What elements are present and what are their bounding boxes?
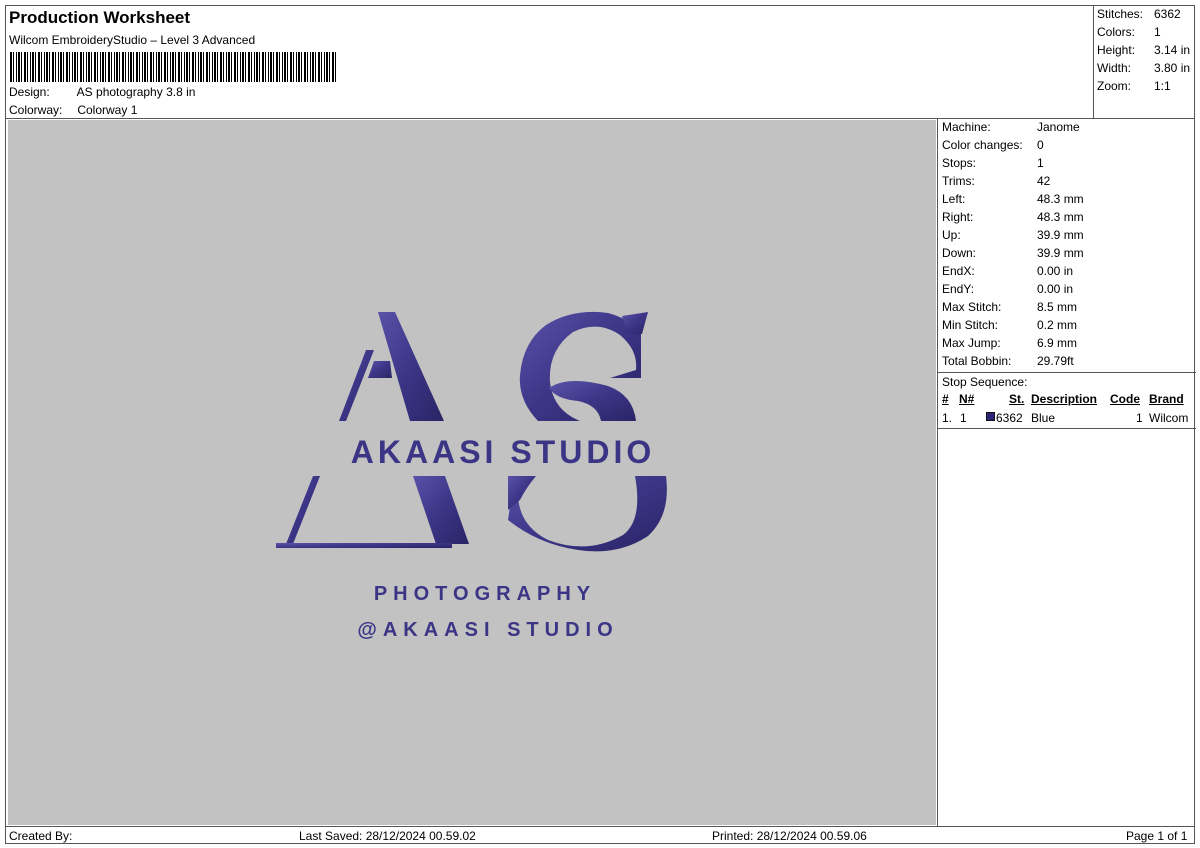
design-text-studio: AKAASI STUDIO (351, 434, 655, 470)
page-number: Page 1 of 1 (1126, 829, 1188, 843)
stat-label: Down: (942, 246, 977, 260)
worksheet-footer: Created By: Last Saved: 28/12/2024 00.59… (6, 826, 1194, 844)
details-panel: Machine: Janome Color changes: 0 Stops: 1 Trim… (937, 119, 1196, 826)
stop-stitches: 6362 (996, 411, 1023, 425)
width-row: Width: 3.80 in (1097, 61, 1190, 75)
stat-row: Left: 48.3 mm (942, 192, 1084, 206)
stat-label: EndX: (942, 264, 975, 278)
design-label: Design: (9, 85, 50, 99)
stop-n: 1 (960, 411, 967, 425)
stat-value: Janome (1037, 120, 1080, 134)
zoom-row: Zoom: 1:1 (1097, 79, 1171, 93)
stitches-row: Stitches: 6362 (1097, 7, 1181, 21)
stat-row: Max Stitch: 8.5 mm (942, 300, 1077, 314)
stat-value: 6.9 mm (1037, 336, 1078, 350)
colors-value: 1 (1154, 25, 1161, 39)
color-swatch (986, 412, 995, 421)
col-header-brand: Brand (1149, 392, 1184, 406)
stat-row: Total Bobbin: 29.79ft (942, 354, 1074, 368)
stat-value: 48.3 mm (1037, 210, 1084, 224)
col-header-n: N# (959, 392, 975, 406)
stat-row: Down: 39.9 mm (942, 246, 1084, 260)
stat-label: Trims: (942, 174, 975, 188)
stat-label: Max Jump: (942, 336, 1001, 350)
stat-row: EndX: 0.00 in (942, 264, 1073, 278)
design-text-handle: @AKAASI STUDIO (357, 619, 618, 641)
colors-label: Colors: (1097, 25, 1136, 39)
stats-divider (938, 372, 1196, 373)
software-name: Wilcom EmbroideryStudio – Level 3 Advanc… (9, 33, 256, 47)
zoom-value: 1:1 (1154, 79, 1171, 93)
height-label: Height: (1097, 43, 1136, 57)
letter-s-logo (508, 311, 667, 552)
stat-row: EndY: 0.00 in (942, 282, 1073, 296)
stat-row: Right: 48.3 mm (942, 210, 1084, 224)
stop-code: 1 (1136, 411, 1143, 425)
stat-row: Min Stitch: 0.2 mm (942, 318, 1077, 332)
width-label: Width: (1097, 61, 1132, 75)
embroidery-design: AKAASI STUDIO PHOTOGRAPHY @AKAASI STUDIO (276, 311, 667, 641)
colors-row: Colors: 1 (1097, 25, 1161, 39)
zoom-label: Zoom: (1097, 79, 1132, 93)
stat-row: Max Jump: 6.9 mm (942, 336, 1077, 350)
stat-label: Stops: (942, 156, 977, 170)
design-value: AS photography 3.8 in (76, 85, 196, 99)
design-text-photography: PHOTOGRAPHY (374, 583, 596, 605)
stat-value: 0.00 in (1037, 264, 1074, 278)
stat-label: Left: (942, 192, 966, 206)
summary-box: Stitches: 6362 Colors: 1 Height: 3.14 in Wi… (1093, 6, 1196, 118)
col-header-description: Description (1031, 392, 1098, 406)
colorway-value: Colorway 1 (77, 103, 138, 117)
stat-row: Trims: 42 (942, 174, 1050, 188)
barcode (10, 52, 338, 82)
col-header-stitches: St. (1009, 392, 1025, 406)
stat-value: 39.9 mm (1037, 246, 1084, 260)
design-row: Design: AS photography 3.8 in (9, 85, 195, 99)
stat-value: 0 (1037, 138, 1044, 152)
worksheet-title: Production Worksheet (9, 8, 191, 27)
stat-row: Stops: 1 (942, 156, 1044, 170)
letter-a-logo (276, 312, 469, 548)
stitches-value: 6362 (1154, 7, 1181, 21)
colorway-row: Colorway: Colorway 1 (9, 103, 137, 117)
printed-date: Printed: 28/12/2024 00.59.06 (712, 829, 867, 843)
stop-num: 1. (942, 411, 953, 425)
stat-label: Up: (942, 228, 961, 242)
stat-label: Total Bobbin: (942, 354, 1012, 368)
stat-label: Min Stitch: (942, 318, 999, 332)
production-worksheet: Production Worksheet Wilcom EmbroiderySt… (5, 5, 1196, 844)
stop-divider (938, 428, 1196, 429)
stitches-label: Stitches: (1097, 7, 1144, 21)
colorway-label: Colorway: (9, 103, 63, 117)
stop-description: Blue (1031, 411, 1056, 425)
height-row: Height: 3.14 in (1097, 43, 1190, 57)
stat-label: Right: (942, 210, 974, 224)
worksheet-header: Production Worksheet Wilcom EmbroiderySt… (6, 6, 1093, 118)
stat-label: Machine: (942, 120, 991, 134)
width-value: 3.80 in (1154, 61, 1191, 75)
created-by: Created By: (9, 829, 73, 843)
col-header-code: Code (1110, 392, 1140, 406)
stop-sequence-title: Stop Sequence: (942, 375, 1028, 389)
stat-label: Color changes: (942, 138, 1023, 152)
stop-brand: Wilcom (1149, 411, 1189, 425)
height-value: 3.14 in (1154, 43, 1191, 57)
last-saved: Last Saved: 28/12/2024 00.59.02 (299, 829, 476, 843)
stat-value: 0.00 in (1037, 282, 1074, 296)
stat-row: Machine: Janome (942, 120, 1080, 134)
stat-label: Max Stitch: (942, 300, 1002, 314)
stat-value: 48.3 mm (1037, 192, 1084, 206)
col-header-num: # (942, 392, 949, 406)
stat-label: EndY: (942, 282, 975, 296)
stat-value: 39.9 mm (1037, 228, 1084, 242)
stat-value: 29.79ft (1037, 354, 1074, 368)
stat-value: 8.5 mm (1037, 300, 1078, 314)
stat-value: 1 (1037, 156, 1044, 170)
stat-row: Color changes: 0 (942, 138, 1044, 152)
stat-value: 42 (1037, 174, 1051, 188)
stat-row: Up: 39.9 mm (942, 228, 1084, 242)
stat-value: 0.2 mm (1037, 318, 1078, 332)
design-preview: AKAASI STUDIO PHOTOGRAPHY @AKAASI STUDIO (8, 120, 936, 825)
